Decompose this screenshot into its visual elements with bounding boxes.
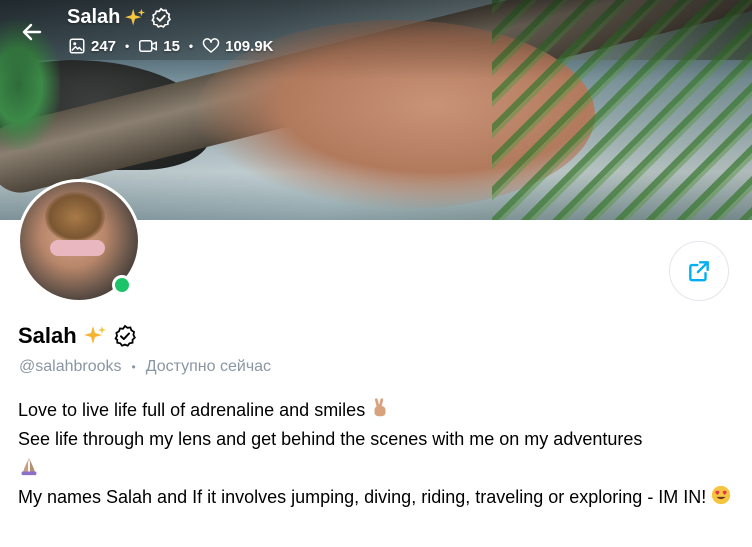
- sparkles-icon: [83, 326, 106, 344]
- bio-line: Love to live life full of adrenaline and…: [18, 396, 733, 425]
- bio-line: My names Salah and If it involves jumpin…: [18, 483, 733, 512]
- heart-icon: [202, 38, 220, 53]
- header-name: Salah: [67, 6, 121, 28]
- handle-separator: •: [131, 360, 136, 374]
- video-icon: [139, 40, 158, 52]
- arrow-left-icon: [22, 23, 42, 41]
- bio-line: See life through my lens and get behind …: [18, 425, 733, 483]
- stat-separator: •: [125, 39, 130, 53]
- handle-row: @salahbrooks • Доступно сейчас: [19, 358, 271, 376]
- likes-stat: 109.9K: [202, 37, 274, 55]
- share-button[interactable]: [669, 241, 729, 301]
- profile-name-text: Salah: [18, 323, 77, 348]
- availability-status: Доступно сейчас: [145, 358, 272, 375]
- photos-count: 247: [91, 37, 117, 55]
- header-title: Salah: [67, 6, 172, 29]
- header-stats: 247 • 15 • 109.9K: [68, 37, 274, 55]
- victory-hand-icon: [374, 398, 386, 417]
- back-button[interactable]: [14, 14, 50, 50]
- praying-hands-icon: [21, 457, 37, 476]
- username-handle[interactable]: @salahbrooks: [19, 358, 122, 376]
- verified-badge-icon: [151, 7, 172, 28]
- verified-badge-icon: [114, 324, 136, 347]
- photos-stat[interactable]: 247: [68, 37, 116, 55]
- profile-name: Salah: [18, 323, 137, 349]
- stat-separator: •: [188, 39, 194, 53]
- videos-count: 15: [163, 37, 180, 55]
- videos-stat[interactable]: 15: [138, 37, 180, 55]
- likes-count: 109.9K: [225, 37, 274, 55]
- cover-image: [0, 0, 752, 220]
- online-status-dot: [112, 275, 132, 295]
- sparkles-icon: [125, 8, 146, 25]
- share-icon: [689, 261, 709, 282]
- image-icon: [69, 38, 85, 54]
- profile-bio: Love to live life full of adrenaline and…: [18, 396, 733, 512]
- heart-eyes-emoji-icon: [712, 485, 731, 505]
